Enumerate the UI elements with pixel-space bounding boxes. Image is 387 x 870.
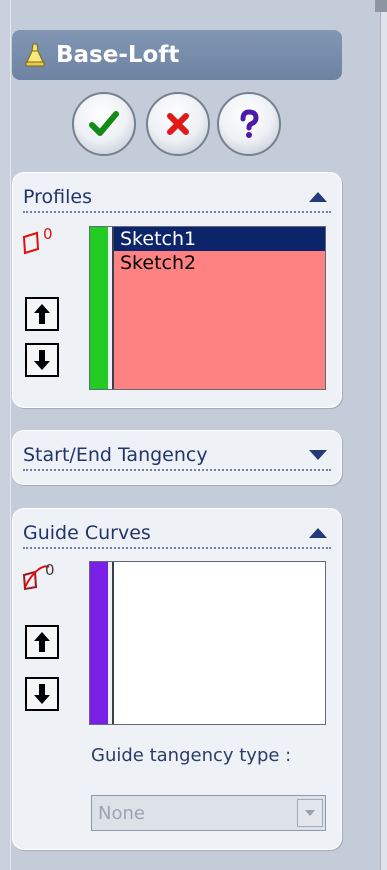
- guide-curves-header[interactable]: Guide Curves: [23, 519, 331, 549]
- guide-curves-list[interactable]: [89, 561, 326, 725]
- guide-curves-list-box[interactable]: [112, 562, 325, 724]
- feature-title-bar: Base-Loft: [12, 30, 342, 80]
- guide-tangency-label: Guide tangency type :: [91, 745, 292, 766]
- move-down-icon: [34, 684, 50, 704]
- panel-left-edge: [0, 0, 11, 870]
- profiles-group: Profiles 0 Sketch1 Sketch2: [12, 172, 342, 408]
- move-up-icon: [34, 304, 50, 324]
- question-icon: [240, 109, 259, 138]
- expand-arrow-icon[interactable]: [309, 450, 327, 460]
- profiles-count: 0: [43, 225, 53, 243]
- move-down-button[interactable]: [25, 343, 59, 377]
- cancel-button[interactable]: [146, 92, 210, 156]
- x-icon: [167, 113, 189, 135]
- profiles-title: Profiles: [23, 186, 92, 208]
- move-down-button[interactable]: [25, 677, 59, 711]
- panel-scrollbar[interactable]: [380, 0, 387, 870]
- checkmark-icon: [89, 111, 119, 136]
- guide-curves-color-strip: [90, 562, 108, 724]
- list-item[interactable]: Sketch2: [114, 251, 325, 275]
- guide-tangency-select[interactable]: None: [91, 795, 326, 831]
- loft-feature-icon: [25, 43, 45, 67]
- profiles-color-strip: [90, 227, 108, 389]
- guide-curve-selection-icon: 0: [22, 561, 55, 591]
- tangency-group: Start/End Tangency: [12, 430, 342, 485]
- move-up-button[interactable]: [25, 625, 59, 659]
- profiles-header[interactable]: Profiles: [23, 183, 331, 213]
- profile-selection-icon: 0: [22, 225, 53, 255]
- tangency-header[interactable]: Start/End Tangency: [23, 441, 331, 471]
- move-up-icon: [34, 632, 50, 652]
- profiles-list[interactable]: Sketch1 Sketch2: [89, 226, 326, 390]
- guide-curves-count: 0: [45, 561, 55, 579]
- move-up-button[interactable]: [25, 297, 59, 331]
- help-button[interactable]: [217, 92, 281, 156]
- collapse-arrow-icon[interactable]: [309, 528, 327, 538]
- move-down-icon: [34, 350, 50, 370]
- profiles-list-box[interactable]: Sketch1 Sketch2: [112, 227, 325, 389]
- tangency-title: Start/End Tangency: [23, 444, 208, 466]
- chevron-down-icon: [305, 810, 315, 816]
- guide-curves-group: Guide Curves 0 Guide tangency type : Non…: [12, 508, 342, 850]
- panel-top-strip: [375, 0, 387, 12]
- guide-tangency-value: None: [98, 803, 145, 824]
- feature-title: Base-Loft: [56, 42, 180, 68]
- ok-button[interactable]: [72, 92, 136, 156]
- collapse-arrow-icon[interactable]: [309, 192, 327, 202]
- dropdown-arrow-button[interactable]: [297, 799, 323, 827]
- list-item[interactable]: Sketch1: [114, 227, 325, 251]
- guide-curves-title: Guide Curves: [23, 522, 151, 544]
